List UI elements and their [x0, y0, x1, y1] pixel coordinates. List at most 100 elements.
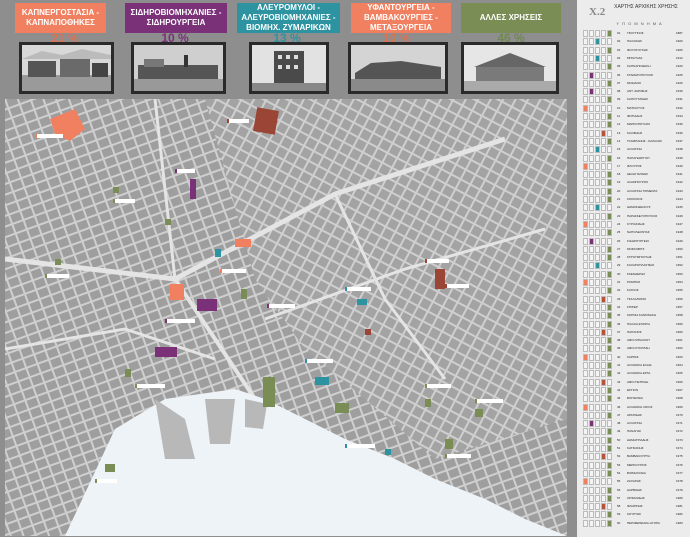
city-map[interactable] [5, 99, 567, 536]
legend-cell [583, 461, 588, 469]
legend-cell [583, 113, 588, 120]
map-label [95, 479, 117, 483]
legend-cell [607, 237, 612, 245]
legend-row: 49 ΠΑΝΑΓΗΣ 1972 [581, 428, 686, 436]
legend-name: ΜΠΟΥΛΙΑΣ [627, 55, 643, 60]
legend-cell [607, 179, 612, 187]
legend-year: 1932 [676, 105, 683, 110]
legend-cell [583, 303, 588, 311]
legend-number: 16 [617, 155, 621, 160]
legend-number: 23 [617, 213, 621, 218]
legend-cell [589, 403, 594, 411]
legend-cell [601, 212, 606, 220]
legend-number: 17 [617, 163, 621, 168]
legend-cell [607, 511, 612, 519]
legend-row: 01 ΤΣΟΥΤΣΙΟΣ 1887 [581, 30, 686, 37]
legend-row: 39 ΑΦΟΙ ΣΤΑΥΡΙΔΗ 1962 [581, 345, 686, 353]
legend-cell [583, 146, 588, 154]
legend-cell [607, 461, 612, 469]
legend-row: 32 ΣΑΓΚΟΣ 1955 [581, 287, 686, 295]
legend-year: 1900 [676, 39, 683, 44]
legend-year: 1937 [676, 138, 683, 143]
legend-number: 56 [617, 487, 621, 492]
legend-cell [589, 494, 594, 502]
legend-cell [583, 469, 588, 477]
legend-cell [583, 154, 588, 162]
legend-cell [601, 270, 606, 278]
legend-number: 20 [617, 188, 621, 193]
legend-cell [595, 154, 600, 162]
legend-cell [595, 46, 600, 54]
legend-cell [601, 229, 606, 237]
legend-cell [595, 320, 600, 328]
legend-year: 1939 [676, 155, 683, 160]
legend-year: 1981 [676, 504, 683, 509]
legend-cell [589, 121, 594, 129]
legend-cell [607, 270, 612, 278]
legend-cell [589, 320, 594, 328]
legend-number: 52 [617, 454, 621, 459]
legend-cell [589, 469, 594, 477]
map-label [425, 259, 449, 263]
legend-row: 37 ΠΑΠΑΝΟΣ 1960 [581, 328, 686, 336]
legend-cell [607, 295, 612, 303]
legend-cell [595, 104, 600, 112]
legend-number: 15 [617, 147, 621, 152]
legend-name: ΠΑΛΑΙΚΗΣ [627, 39, 643, 44]
map-label [345, 287, 371, 291]
legend-row: 24 ΚΥΡΙΑΚΙΔΗΣ 1947 [581, 220, 686, 228]
legend-cell [589, 353, 594, 361]
legend-row: 08 ΑΝΤ. ΖΑΡΙΦΗΣ 1930 [581, 88, 686, 96]
legend-year: 1975 [676, 454, 683, 459]
legend-cell [607, 345, 612, 353]
legend-row: 35 ΚΟΡΝΙΑ ΚΑΝΣΙΝΑΚΗ 1958 [581, 312, 686, 320]
legend-cell [589, 445, 594, 452]
legend-cell [595, 345, 600, 353]
legend-name: ΑΡΑΠΙΔΗΣ [627, 412, 642, 417]
legend-cell [601, 337, 606, 345]
legend-cell [601, 362, 606, 369]
legend-cell [607, 196, 612, 203]
legend-row: 29 ΣΑΧΑΡΟΠΛΑΣΤΕΙΟ 1952 [581, 262, 686, 270]
legend-row: 59 ΚΟΥΡΤΗΣ 1982 [581, 511, 686, 519]
legend-cell [589, 428, 594, 436]
legend-number: 24 [617, 221, 621, 226]
legend-cell [595, 287, 600, 295]
legend-row: 47 ΑΡΑΠΙΔΗΣ 1970 [581, 411, 686, 419]
legend-cell [595, 88, 600, 96]
legend-cell [601, 187, 606, 195]
legend-cell [601, 511, 606, 519]
legend-cell [583, 162, 588, 170]
legend-cell [589, 113, 594, 120]
legend-cell [607, 519, 612, 527]
legend-cell [607, 46, 612, 54]
legend-number: 60 [617, 520, 621, 525]
legend-number: 48 [617, 421, 621, 426]
legend-row: 04 ΜΠΟΥΛΙΑΣ 1912 [581, 54, 686, 62]
legend-cell [589, 370, 594, 378]
legend-cell [607, 187, 612, 195]
map-label [175, 169, 195, 173]
legend-row: 17 ΦΛΟΥΡΟΣ 1940 [581, 162, 686, 170]
legend-cell [607, 303, 612, 311]
legend-row: 34 ΣΠΙΡΕΡ 1957 [581, 303, 686, 311]
legend-row: 02 ΠΑΛΑΙΚΗΣ 1900 [581, 38, 686, 46]
legend-cell [589, 312, 594, 320]
legend-cell [607, 411, 612, 419]
legend-cell [607, 287, 612, 295]
legend-number: 33 [617, 296, 621, 301]
legend-cell [601, 63, 606, 71]
legend-cell [601, 411, 606, 419]
legend-cell [607, 88, 612, 96]
legend-row: 09 ΚΑΠΟΥΤΖΙΔΗΣ 1931 [581, 96, 686, 104]
legend-cell [607, 104, 612, 112]
legend-year: 1957 [676, 304, 683, 309]
map-label [135, 384, 165, 388]
legend-cell [583, 486, 588, 494]
legend-number: 57 [617, 495, 621, 500]
legend-cell [583, 196, 588, 203]
legend-cell [601, 353, 606, 361]
legend-year: 1962 [676, 346, 683, 351]
legend-year: 1968 [676, 396, 683, 401]
legend-cell [589, 162, 594, 170]
